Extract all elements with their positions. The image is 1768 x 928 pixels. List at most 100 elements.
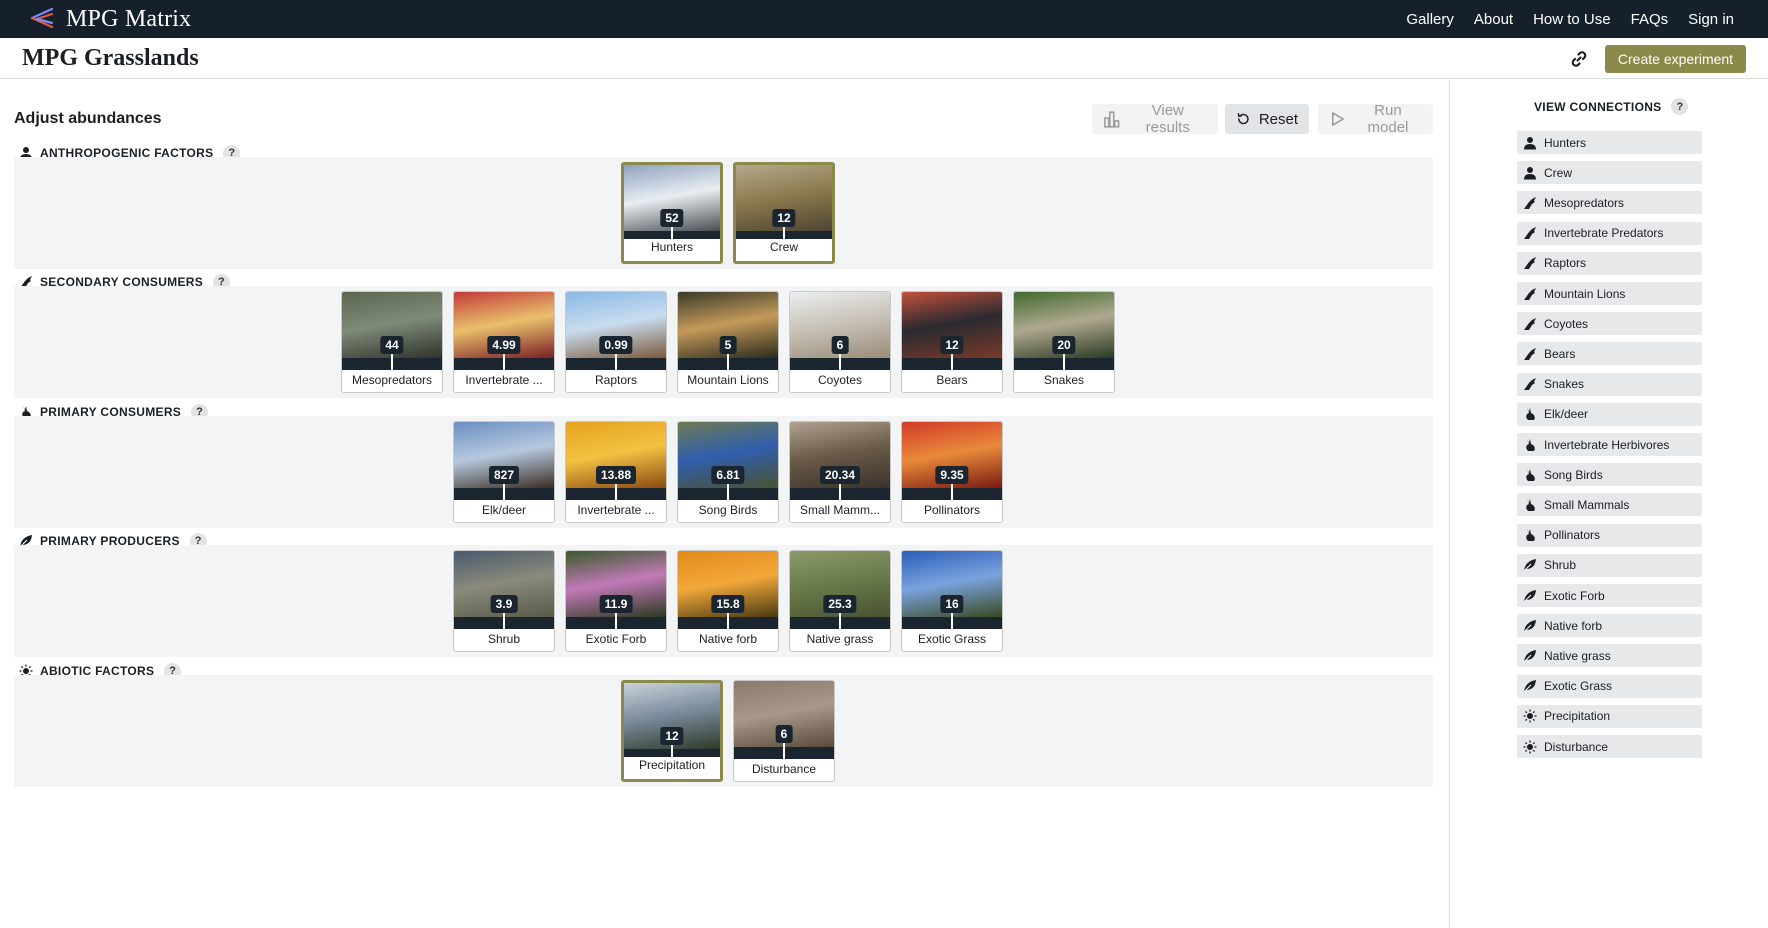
connection-item-snakes[interactable]: Snakes (1517, 372, 1702, 396)
connection-item-coyotes[interactable]: Coyotes (1517, 312, 1702, 336)
predator-icon (1523, 317, 1537, 331)
view-results-label: View results (1145, 102, 1190, 136)
connection-item-exotic-forb[interactable]: Exotic Forb (1517, 584, 1702, 607)
abundance-value: 6 (831, 336, 849, 354)
create-experiment-button[interactable]: Create experiment (1605, 45, 1746, 73)
abundance-slider-handle[interactable] (503, 484, 505, 500)
abundance-slider-handle[interactable] (615, 613, 617, 629)
nav-how-to-use[interactable]: How to Use (1533, 11, 1611, 28)
predator-icon (1523, 196, 1537, 210)
abundance-tile-small-mamm[interactable]: 20.34 Small Mamm... (789, 421, 891, 523)
abundance-tile-shrub[interactable]: 3.9 Shrub (453, 550, 555, 652)
view-results-button[interactable]: View results (1092, 102, 1218, 136)
abundance-value: 15.8 (711, 595, 745, 613)
connection-item-mountain-lions[interactable]: Mountain Lions (1517, 282, 1702, 305)
abundance-tile-invertebrate[interactable]: 4.99 Invertebrate ... (453, 291, 555, 393)
connection-item-shrub[interactable]: Shrub (1517, 553, 1702, 577)
tile-label: Mountain Lions (678, 370, 778, 392)
nav-faqs[interactable]: FAQs (1631, 11, 1669, 28)
abundance-tile-mesopredators[interactable]: 44 Mesopredators (341, 291, 443, 393)
abundance-value: 6 (775, 725, 793, 743)
abundance-tile-exotic-forb[interactable]: 11.9 Exotic Forb (565, 550, 667, 652)
section-band-anthropogenic-factors (14, 157, 1433, 269)
tile-label: Crew (736, 239, 832, 261)
connection-item-pollinators[interactable]: Pollinators (1517, 523, 1702, 547)
connection-item-hunters[interactable]: Hunters (1517, 131, 1702, 154)
help-icon[interactable]: ? (1671, 98, 1689, 115)
adjust-abundances-title: Adjust abundances (14, 110, 162, 127)
connection-item-label: Bears (1544, 346, 1576, 361)
view-connections-sidebar: VIEW CONNECTIONS ? Hunters Crew Mesopredat… (1450, 80, 1768, 928)
abundance-slider-handle[interactable] (951, 484, 953, 500)
connection-item-invertebrate-predators[interactable]: Invertebrate Predators (1517, 221, 1702, 245)
matrix-logo-icon (30, 7, 54, 29)
abundance-slider-handle[interactable] (839, 613, 841, 629)
tile-label: Snakes (1014, 370, 1114, 392)
connection-item-crew[interactable]: Crew (1517, 161, 1702, 185)
abundance-slider-handle[interactable] (727, 613, 729, 629)
nav-about[interactable]: About (1474, 11, 1513, 28)
abundance-tile-native-grass[interactable]: 25.3 Native grass (789, 550, 891, 652)
reset-button[interactable]: Reset (1225, 104, 1309, 134)
connection-item-elk-deer[interactable]: Elk/deer (1517, 402, 1702, 426)
abundance-tile-song-birds[interactable]: 6.81 Song Birds (677, 421, 779, 523)
abundance-tile-elk-deer[interactable]: 827 Elk/deer (453, 421, 555, 523)
abundance-tile-exotic-grass[interactable]: 16 Exotic Grass (901, 550, 1003, 652)
tile-label: Precipitation (624, 757, 720, 779)
abundance-slider-handle[interactable] (615, 354, 617, 370)
abundance-tile-bears[interactable]: 12 Bears (901, 291, 1003, 393)
connection-item-disturbance[interactable]: Disturbance (1517, 735, 1702, 758)
abundance-slider-handle[interactable] (503, 354, 505, 370)
section-band-abiotic-factors (14, 675, 1433, 787)
abundance-value: 13.88 (595, 466, 637, 484)
share-link-button[interactable] (1566, 46, 1592, 72)
abundance-slider-handle[interactable] (727, 484, 729, 500)
abundance-slider-handle[interactable] (839, 484, 841, 500)
abundance-value: 20 (1052, 336, 1076, 354)
nav-gallery[interactable]: Gallery (1406, 11, 1454, 28)
connection-item-bears[interactable]: Bears (1517, 342, 1702, 366)
tile-label: Coyotes (790, 370, 890, 392)
abundance-tile-precipitation[interactable]: 12 Precipitation (621, 680, 723, 782)
abundance-tile-disturbance[interactable]: 6 Disturbance (733, 680, 835, 782)
abundance-slider-handle[interactable] (615, 484, 617, 500)
nav-sign-in[interactable]: Sign in (1688, 11, 1734, 28)
rabbit-icon (1523, 407, 1537, 421)
connection-item-mesopredators[interactable]: Mesopredators (1517, 191, 1702, 215)
connection-item-label: Native forb (1544, 618, 1603, 633)
leaf-icon (1523, 558, 1537, 572)
connection-item-song-birds[interactable]: Song Birds (1517, 463, 1702, 487)
connection-item-raptors[interactable]: Raptors (1517, 251, 1702, 275)
connection-item-exotic-grass[interactable]: Exotic Grass (1517, 674, 1702, 698)
abundance-tile-raptors[interactable]: 0.99 Raptors (565, 291, 667, 393)
abundance-tile-invertebrate[interactable]: 13.88 Invertebrate ... (565, 421, 667, 523)
tile-label: Native forb (678, 629, 778, 651)
run-model-button[interactable]: Run model (1318, 102, 1433, 136)
abundance-tile-native-forb[interactable]: 15.8 Native forb (677, 550, 779, 652)
abundance-slider-handle[interactable] (727, 354, 729, 370)
predator-icon (1523, 226, 1537, 240)
connection-item-label: Precipitation (1544, 709, 1611, 724)
connection-item-precipitation[interactable]: Precipitation (1517, 704, 1702, 728)
abundance-tile-mountain-lions[interactable]: 5 Mountain Lions (677, 291, 779, 393)
abundance-slider-handle[interactable] (391, 354, 393, 370)
connection-item-invertebrate-herbivores[interactable]: Invertebrate Herbivores (1517, 433, 1702, 456)
abundance-slider-handle[interactable] (951, 354, 953, 370)
abundance-slider-handle[interactable] (951, 613, 953, 629)
abundance-slider-handle[interactable] (503, 613, 505, 629)
abundance-slider-handle[interactable] (783, 743, 785, 759)
tile-label: Small Mamm... (790, 500, 890, 522)
abundance-tile-pollinators[interactable]: 9.35 Pollinators (901, 421, 1003, 523)
connection-item-native-forb[interactable]: Native forb (1517, 614, 1702, 638)
connection-item-small-mammals[interactable]: Small Mammals (1517, 493, 1702, 517)
abundance-tile-coyotes[interactable]: 6 Coyotes (789, 291, 891, 393)
connection-item-native-grass[interactable]: Native grass (1517, 644, 1702, 668)
connection-item-label: Song Birds (1544, 467, 1603, 482)
abundance-tile-crew[interactable]: 12 Crew (733, 162, 835, 264)
abundance-slider-handle[interactable] (1063, 354, 1065, 370)
brand[interactable]: MPG Matrix (28, 6, 191, 33)
abundance-tile-hunters[interactable]: 52 Hunters (621, 162, 723, 264)
abundance-slider-handle[interactable] (839, 354, 841, 370)
abundance-tile-snakes[interactable]: 20 Snakes (1013, 291, 1115, 393)
rabbit-icon (1523, 498, 1537, 512)
